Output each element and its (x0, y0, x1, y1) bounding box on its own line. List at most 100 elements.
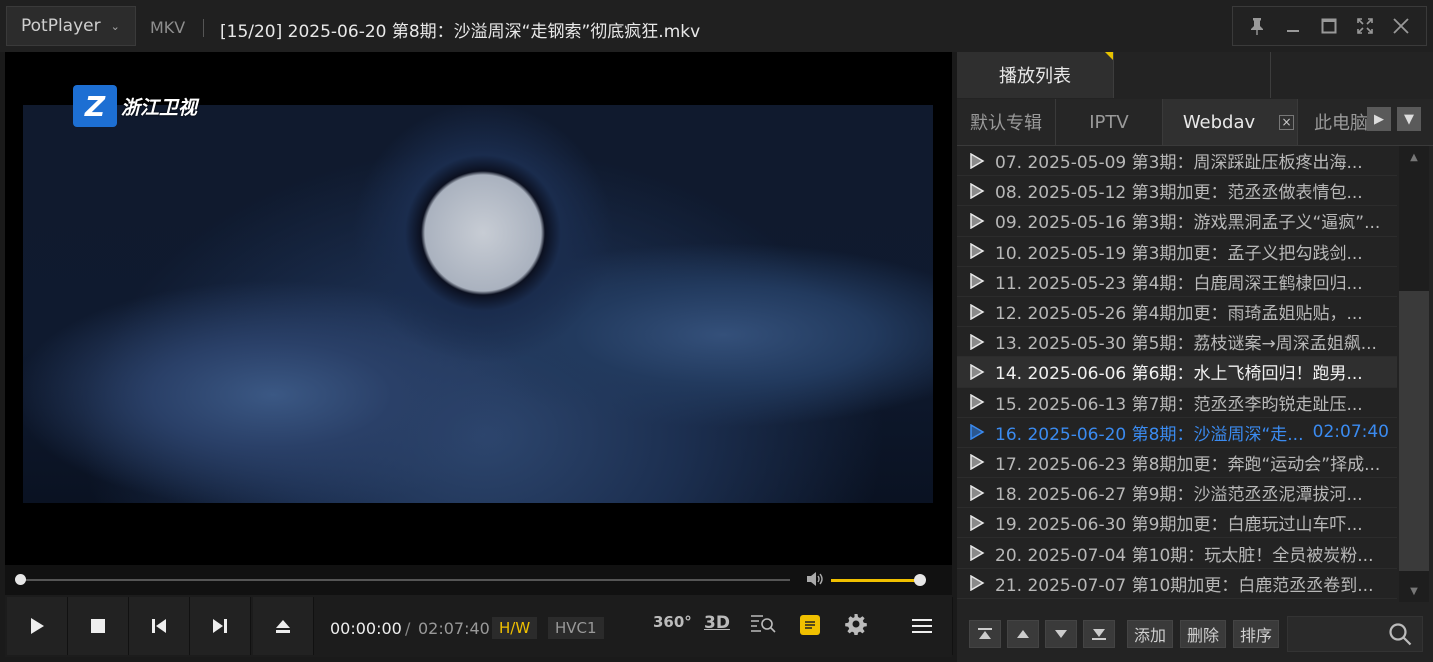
divider (1270, 52, 1271, 98)
move-up-icon[interactable] (1007, 620, 1039, 648)
video-frame (23, 105, 933, 503)
playlist-item-title: 18. 2025-06-27 第9期：沙溢范丞丞泥潭拔河... (995, 485, 1363, 506)
playlist-item[interactable]: 20. 2025-07-04 第10期：玩太脏！全员被炭粉... (957, 538, 1397, 569)
play-icon (970, 273, 985, 290)
tab-close-icon[interactable]: × (1279, 115, 1294, 130)
eject-button[interactable] (253, 597, 314, 655)
pin-icon[interactable] (1239, 7, 1275, 45)
3d-icon[interactable]: 3D (704, 613, 730, 633)
tab-default-album[interactable]: 默认专辑 (957, 99, 1056, 145)
window-controls (1232, 6, 1427, 46)
previous-button[interactable] (129, 597, 190, 655)
vr-360-icon[interactable]: 360° (653, 613, 692, 631)
chevron-down-icon: ⌄ (110, 19, 120, 33)
playlist-item-title: 20. 2025-07-04 第10期：玩太脏！全员被炭粉... (995, 545, 1374, 566)
playlist-item[interactable]: 18. 2025-06-27 第9期：沙溢范丞丞泥潭拔河... (957, 478, 1397, 509)
play-icon (970, 394, 985, 411)
playlist-item[interactable]: 10. 2025-05-19 第3期加更：孟子义把勾践剑... (957, 237, 1397, 267)
seek-row (5, 565, 952, 595)
next-button[interactable] (190, 597, 251, 655)
playlist-scrollbar[interactable]: ▲ ▼ (1399, 146, 1429, 602)
current-time[interactable]: 00:00:00 (330, 619, 402, 638)
playlist-item-title: 13. 2025-05-30 第5期：荔枝谜案→周深孟姐飙... (995, 334, 1377, 355)
play-button[interactable] (7, 597, 68, 655)
play-icon (970, 424, 985, 441)
playlist-tabs: 默认专辑 IPTV Webdav × 此电脑 ▶ ▼ (957, 99, 1433, 146)
chevron-right-icon[interactable]: ▶ (1367, 107, 1391, 131)
app-menu-button[interactable]: PotPlayer ⌄ (6, 6, 136, 46)
playlist-item[interactable]: 12. 2025-05-26 第4期加更：雨琦孟姐贴贴，... (957, 297, 1397, 328)
tab-this-pc[interactable]: 此电脑 (1298, 99, 1368, 145)
fullscreen-icon[interactable] (1347, 7, 1383, 45)
scroll-down-icon[interactable]: ▼ (1399, 580, 1429, 602)
play-icon (970, 575, 985, 592)
codec-badge[interactable]: HVC1 (548, 617, 604, 639)
playlist-item[interactable]: 15. 2025-06-13 第7期：范丞丞李昀锐走趾压... (957, 388, 1397, 418)
delete-button[interactable]: 删除 (1180, 620, 1226, 648)
play-icon (970, 363, 985, 380)
chevron-down-icon[interactable]: ▼ (1397, 107, 1421, 131)
menu-icon[interactable] (892, 597, 953, 655)
volume-thumb[interactable] (914, 574, 927, 586)
total-time[interactable]: 02:07:40 (418, 619, 490, 638)
volume-bar[interactable] (831, 579, 921, 582)
seek-thumb[interactable] (15, 574, 26, 585)
move-down-icon[interactable] (1045, 620, 1077, 648)
play-icon (970, 212, 985, 229)
playlist-item[interactable]: 07. 2025-05-09 第3期：周深踩趾压板疼出海... (957, 146, 1397, 177)
playlist-item-title: 19. 2025-06-30 第9期加更：白鹿玩过山车吓... (995, 515, 1363, 536)
seek-bar[interactable] (20, 579, 790, 581)
move-to-top-icon[interactable] (969, 620, 1001, 648)
playlist-item-title: 21. 2025-07-07 第10期加更：白鹿范丞丞卷到... (995, 575, 1374, 596)
playlist-item[interactable]: 17. 2025-06-23 第8期加更：奔跑“运动会”择成... (957, 448, 1397, 479)
playlist-item-title: 12. 2025-05-26 第4期加更：雨琦孟姐贴贴，... (995, 304, 1363, 325)
tab-webdav[interactable]: Webdav (1163, 99, 1298, 145)
playlist-item[interactable]: 16. 2025-06-20 第8期：沙溢周深“走... 02:07:40 (957, 418, 1397, 448)
format-label: MKV (150, 18, 186, 37)
gear-icon[interactable] (845, 613, 867, 640)
minimize-icon[interactable] (1275, 7, 1311, 45)
play-icon (970, 514, 985, 531)
tab-webdav-label: Webdav (1182, 111, 1256, 133)
playlist-item[interactable]: 09. 2025-05-16 第3期：游戏黑洞孟子义“逼疯”... (957, 206, 1397, 237)
playlist-item[interactable]: 19. 2025-06-30 第9期加更：白鹿玩过山车吓... (957, 508, 1397, 539)
playlist-item[interactable]: 13. 2025-05-30 第5期：荔枝谜案→周深孟姐飙... (957, 327, 1397, 358)
search-button[interactable] (1287, 616, 1423, 652)
play-icon (970, 152, 985, 169)
close-icon[interactable] (1383, 7, 1419, 45)
playlist-item-title: 10. 2025-05-19 第3期加更：孟子义把勾践剑... (995, 243, 1363, 264)
volume-icon[interactable] (805, 571, 825, 591)
sort-button[interactable]: 排序 (1233, 620, 1279, 648)
play-icon (970, 182, 985, 199)
playlist-item-title: 14. 2025-06-06 第6期：水上飞椅回归！跑男... (995, 364, 1363, 385)
search-icon (1389, 623, 1412, 646)
play-icon (970, 303, 985, 320)
tab-playlist[interactable]: 播放列表 (957, 52, 1114, 98)
chapter-search-icon[interactable] (750, 613, 776, 638)
stop-button[interactable] (68, 597, 129, 655)
playlist-item-title: 08. 2025-05-12 第3期加更：范丞丞做表情包... (995, 183, 1363, 204)
playlist-list: 07. 2025-05-09 第3期：周深踩趾压板疼出海... 08. 2025-… (957, 146, 1397, 602)
video-area[interactable]: Z 浙江卫视 (5, 52, 952, 565)
playlist-panel: 播放列表 默认专辑 IPTV Webdav × 此电脑 ▶ ▼ 07. 2025… (957, 52, 1433, 662)
app-name: PotPlayer (21, 16, 101, 36)
scroll-up-icon[interactable]: ▲ (1399, 146, 1429, 168)
move-to-bottom-icon[interactable] (1083, 620, 1115, 648)
station-watermark: Z 浙江卫视 (73, 85, 197, 127)
playlist-item[interactable]: 14. 2025-06-06 第6期：水上飞椅回归！跑男... (957, 357, 1397, 388)
station-logo-icon: Z (73, 85, 117, 127)
time-separator: / (405, 619, 411, 638)
playlist-item-title: 11. 2025-05-23 第4期：白鹿周深王鹤棣回归... (995, 273, 1363, 294)
playlist-item[interactable]: 21. 2025-07-07 第10期加更：白鹿范丞丞卷到... (957, 569, 1397, 599)
subtitle-icon[interactable] (800, 615, 820, 640)
playlist-item-title: 07. 2025-05-09 第3期：周深踩趾压板疼出海... (995, 153, 1363, 174)
add-button[interactable]: 添加 (1127, 620, 1173, 648)
playlist-item[interactable]: 11. 2025-05-23 第4期：白鹿周深王鹤棣回归... (957, 267, 1397, 297)
station-name: 浙江卫视 (121, 96, 198, 119)
scroll-thumb[interactable] (1399, 291, 1429, 571)
playlist-item[interactable]: 08. 2025-05-12 第3期加更：范丞丞做表情包... (957, 176, 1397, 207)
tab-iptv[interactable]: IPTV (1056, 99, 1163, 145)
playlist-item-title: 16. 2025-06-20 第8期：沙溢周深“走... (995, 424, 1304, 445)
maximize-icon[interactable] (1311, 7, 1347, 45)
hw-decode-badge[interactable]: H/W (492, 617, 538, 639)
